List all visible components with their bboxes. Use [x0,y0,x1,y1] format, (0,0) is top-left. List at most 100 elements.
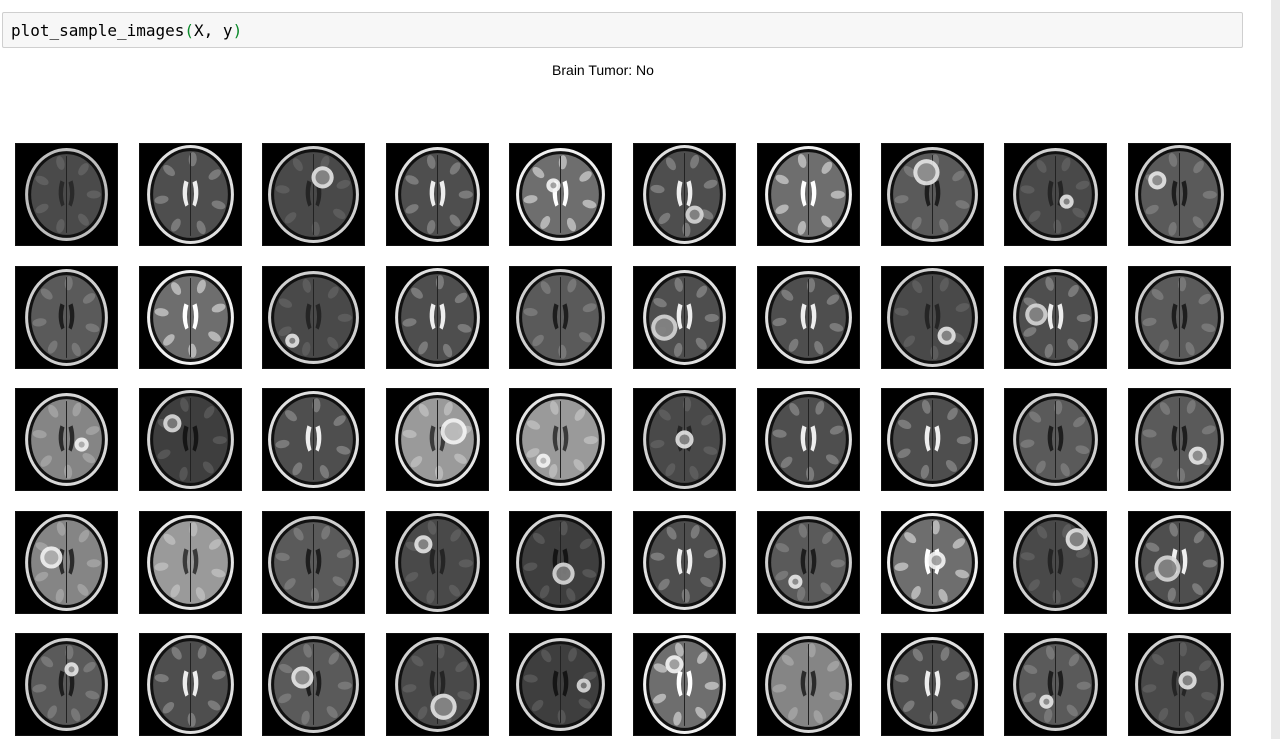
mri-scan-icon [140,512,241,613]
mri-thumbnail [509,143,612,246]
mri-scan-icon [634,634,735,735]
mri-thumbnail [139,388,242,491]
mri-thumbnail [262,143,365,246]
mri-scan-icon [882,144,983,245]
mri-thumbnail [881,388,984,491]
mri-scan-icon [1005,267,1106,368]
mri-scan-icon [1005,144,1106,245]
mri-thumbnail [15,143,118,246]
mri-scan-icon [140,144,241,245]
mri-thumbnail [881,633,984,736]
mri-scan-icon [634,144,735,245]
mri-thumbnail [1128,266,1231,369]
mri-scan-icon [263,144,364,245]
mri-scan-icon [263,267,364,368]
mri-thumbnail [633,143,736,246]
mri-scan-icon [1129,144,1230,245]
mri-thumbnail [139,143,242,246]
mri-thumbnail [1128,388,1231,491]
mri-scan-icon [758,389,859,490]
mri-thumbnail [139,511,242,614]
mri-thumbnail [139,633,242,736]
mri-scan-icon [140,389,241,490]
mri-thumbnail [881,266,984,369]
mri-thumbnail [881,143,984,246]
mri-scan-icon [387,634,488,735]
mri-thumbnail [1004,143,1107,246]
mri-scan-icon [758,512,859,613]
mri-thumbnail [139,266,242,369]
mri-scan-icon [634,512,735,613]
mri-scan-icon [1005,512,1106,613]
mri-thumbnail [1004,388,1107,491]
mri-thumbnail [633,388,736,491]
mri-thumbnail [386,143,489,246]
mri-scan-icon [510,512,611,613]
mri-thumbnail [386,633,489,736]
mri-thumbnail [15,266,118,369]
mri-thumbnail [262,388,365,491]
mri-scan-icon [882,389,983,490]
mri-scan-icon [16,267,117,368]
mri-thumbnail [509,633,612,736]
mri-scan-icon [16,144,117,245]
mri-scan-icon [387,512,488,613]
mri-thumbnail [262,266,365,369]
mri-scan-icon [1129,634,1230,735]
mri-scan-icon [263,389,364,490]
mri-scan-icon [1129,267,1230,368]
mri-thumbnail [386,266,489,369]
mri-thumbnail [757,266,860,369]
mri-thumbnail [633,633,736,736]
mri-scan-icon [510,267,611,368]
mri-scan-icon [1005,389,1106,490]
mri-thumbnail [509,388,612,491]
mri-scan-icon [758,634,859,735]
mri-scan-icon [882,512,983,613]
mri-scan-icon [387,389,488,490]
image-grid [0,0,1270,739]
mri-scan-icon [882,267,983,368]
mri-thumbnail [262,633,365,736]
mri-thumbnail [757,388,860,491]
mri-scan-icon [510,634,611,735]
mri-thumbnail [15,388,118,491]
mri-thumbnail [881,511,984,614]
mri-thumbnail [757,633,860,736]
mri-thumbnail [1128,143,1231,246]
mri-thumbnail [633,511,736,614]
mri-thumbnail [262,511,365,614]
mri-scan-icon [634,389,735,490]
mri-thumbnail [1004,266,1107,369]
mri-scan-icon [263,634,364,735]
mri-thumbnail [509,266,612,369]
mri-thumbnail [386,388,489,491]
mri-thumbnail [1004,511,1107,614]
mri-scan-icon [387,267,488,368]
scrollbar-track[interactable] [1271,0,1280,739]
mri-scan-icon [16,512,117,613]
mri-thumbnail [15,633,118,736]
mri-thumbnail [386,511,489,614]
mri-scan-icon [1129,389,1230,490]
mri-thumbnail [15,511,118,614]
mri-thumbnail [757,143,860,246]
mri-scan-icon [1005,634,1106,735]
mri-scan-icon [758,144,859,245]
mri-scan-icon [140,267,241,368]
mri-scan-icon [140,634,241,735]
mri-thumbnail [1004,633,1107,736]
mri-scan-icon [758,267,859,368]
mri-thumbnail [1128,511,1231,614]
mri-scan-icon [16,634,117,735]
mri-scan-icon [882,634,983,735]
mri-scan-icon [1129,512,1230,613]
mri-scan-icon [634,267,735,368]
mri-scan-icon [510,144,611,245]
mri-thumbnail [509,511,612,614]
mri-thumbnail [1128,633,1231,736]
mri-scan-icon [510,389,611,490]
mri-scan-icon [263,512,364,613]
mri-scan-icon [16,389,117,490]
mri-scan-icon [387,144,488,245]
